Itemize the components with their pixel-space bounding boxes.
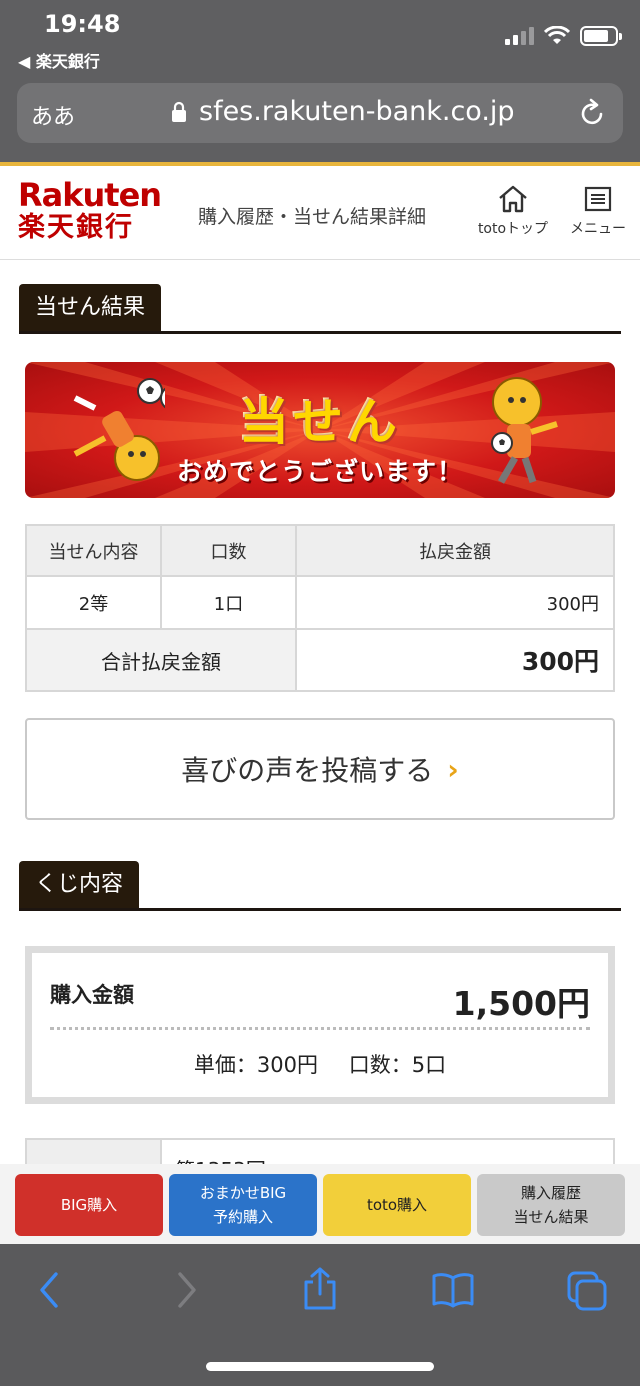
total-value: 300円	[295, 628, 615, 692]
address-bar[interactable]: ああ sfes.rakuten-bank.co.jp	[17, 83, 623, 143]
purchase-amount-label: 購入金額	[50, 983, 134, 1007]
status-time: 19:48	[44, 10, 121, 38]
share-icon[interactable]	[300, 1266, 340, 1312]
reload-icon[interactable]	[577, 98, 607, 128]
back-icon[interactable]	[34, 1270, 64, 1310]
ios-status-area: 19:48 ◀ 楽天銀行 ああ sfes.rakuten-bank.co.jp	[0, 0, 640, 162]
big-purchase-label: BIG購入	[60, 1196, 118, 1214]
status-indicators	[505, 26, 622, 46]
page-title: 購入履歴・当せん結果詳細	[198, 206, 427, 228]
soccer-ball-icon	[491, 432, 513, 454]
lock-icon	[172, 101, 186, 122]
unit-count: 口数：5口	[348, 1053, 447, 1077]
wifi-icon	[544, 26, 570, 44]
purchase-amount-value: 1,500円	[452, 984, 590, 1023]
total-label: 合計払戻金額	[25, 628, 297, 692]
win-banner: 当せん おめでとうございます！	[25, 362, 615, 498]
table-row: 2等 1口 300円	[25, 575, 615, 630]
result-heading-label: 当せん結果	[19, 284, 162, 331]
chevron-right-icon: ›	[447, 752, 459, 786]
toto-top-label: totoトップ	[477, 221, 549, 237]
col-amount-header: 払戻金額	[295, 524, 615, 577]
bookmarks-icon[interactable]	[431, 1270, 475, 1310]
amount-cell: 300円	[295, 575, 615, 630]
toto-top-button[interactable]: totoトップ	[473, 184, 553, 238]
menu-button[interactable]: メニュー	[566, 184, 630, 238]
post-voice-label: 喜びの声を投稿する	[181, 754, 434, 787]
safari-toolbar	[0, 1244, 640, 1386]
omakase-label-1: おまかせBIG	[199, 1184, 287, 1202]
menu-label: メニュー	[570, 221, 626, 237]
bottom-nav: BIG購入 おまかせBIG 予約購入 toto購入 購入履歴 当せん結果	[0, 1164, 640, 1244]
history-results-button[interactable]: 購入履歴 当せん結果	[477, 1174, 625, 1236]
col-grade-header: 当せん内容	[25, 524, 162, 577]
omakase-big-button[interactable]: おまかせBIG 予約購入	[169, 1174, 317, 1236]
dotted-divider	[50, 1027, 590, 1030]
result-table: 当せん内容 口数 払戻金額 2等 1口 300円 合計払戻金額 300円	[25, 524, 615, 692]
grade-cell: 2等	[25, 575, 162, 630]
omakase-label-2: 予約購入	[212, 1208, 273, 1226]
count-cell: 1口	[160, 575, 297, 630]
signal-icon	[505, 27, 534, 45]
purchase-summary: 購入金額 1,500円 単価：300円 口数：5口	[25, 946, 615, 1104]
toto-purchase-label: toto購入	[366, 1196, 428, 1214]
back-to-app-link[interactable]: ◀ 楽天銀行	[18, 48, 100, 72]
result-section-heading: 当せん結果	[19, 284, 621, 334]
reader-settings-button[interactable]: ああ	[31, 99, 75, 131]
battery-icon	[580, 26, 622, 46]
lottery-heading-label: くじ内容	[19, 861, 140, 908]
toto-purchase-button[interactable]: toto購入	[323, 1174, 471, 1236]
post-voice-button[interactable]: 喜びの声を投稿する ›	[25, 718, 615, 820]
tabs-icon[interactable]	[566, 1270, 608, 1312]
total-row: 合計払戻金額 300円	[25, 628, 615, 692]
site-header: Rakuten 楽天銀行 購入履歴・当せん結果詳細 totoトップ メニュー	[0, 162, 640, 260]
logo-bank-text: 楽天銀行	[18, 212, 134, 243]
forward-icon[interactable]	[172, 1270, 202, 1310]
unit-price: 単価：300円	[193, 1053, 319, 1077]
home-indicator[interactable]	[206, 1362, 434, 1371]
result-table-header: 当せん内容 口数 払戻金額	[25, 524, 615, 577]
url-text[interactable]: sfes.rakuten-bank.co.jp	[199, 96, 515, 127]
rakuten-bank-logo[interactable]: Rakuten 楽天銀行	[18, 176, 162, 244]
big-purchase-button[interactable]: BIG購入	[15, 1174, 163, 1236]
logo-rakuten-text: Rakuten	[18, 176, 162, 214]
history-label-1: 購入履歴	[520, 1184, 581, 1202]
home-icon	[499, 185, 527, 213]
menu-icon	[584, 186, 612, 212]
col-count-header: 口数	[160, 524, 297, 577]
history-label-2: 当せん結果	[513, 1208, 589, 1226]
lottery-section-heading: くじ内容	[19, 861, 621, 911]
purchase-detail: 単価：300円 口数：5口	[32, 1049, 608, 1079]
